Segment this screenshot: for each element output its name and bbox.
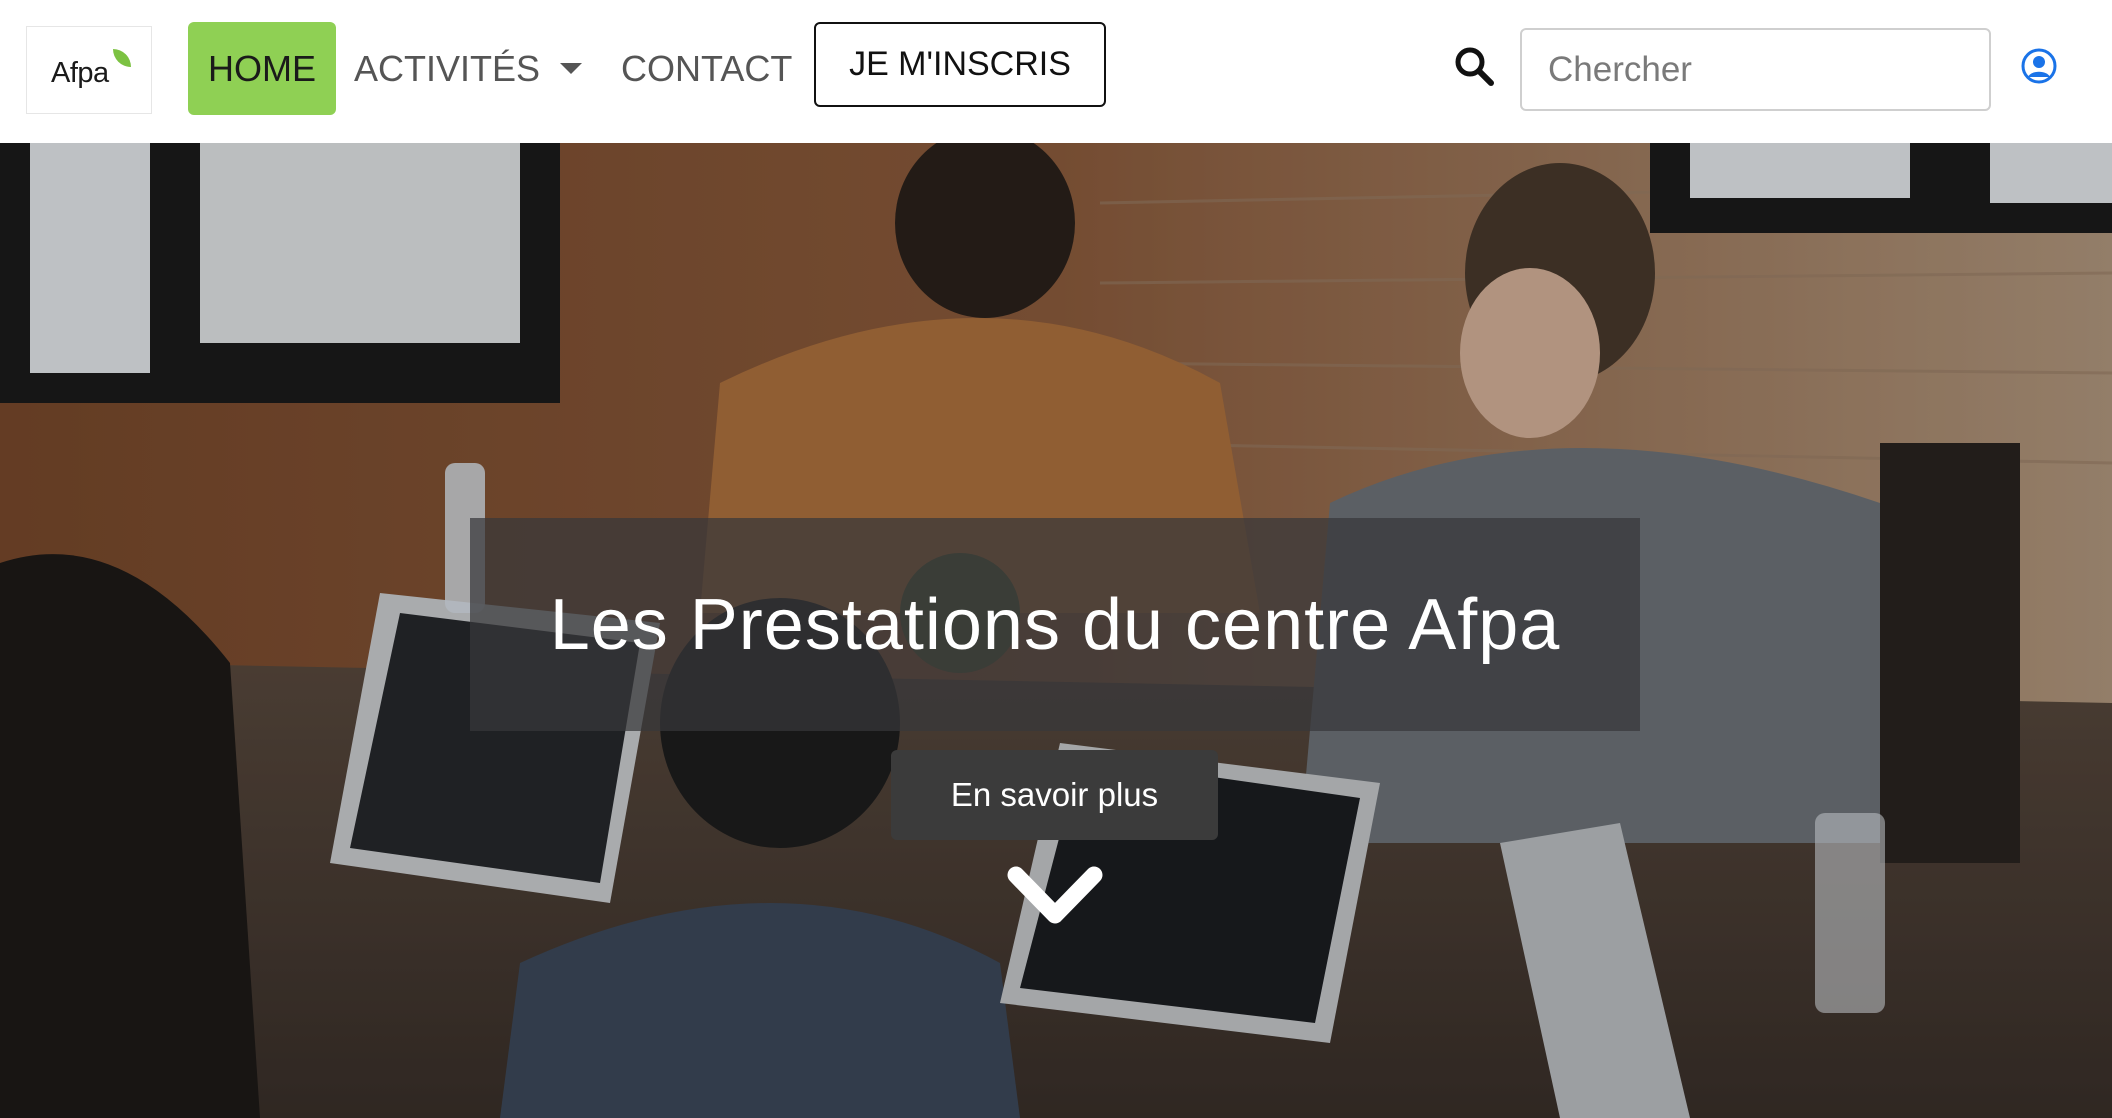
logo-text: Afpa — [51, 57, 109, 89]
nav-contact[interactable]: CONTACT — [621, 22, 793, 115]
hero-title: Les Prestations du centre Afpa — [549, 584, 1561, 665]
search-input[interactable] — [1520, 28, 1991, 111]
hero-banner: Les Prestations du centre Afpa En savoir… — [0, 143, 2112, 1118]
hero-title-panel: Les Prestations du centre Afpa — [470, 518, 1640, 731]
learn-more-label: En savoir plus — [950, 776, 1159, 813]
chevron-down-icon[interactable] — [1006, 863, 1104, 931]
top-navbar: Afpa HOME ACTIVITÉS CONTACT JE M'INSCRIS — [0, 0, 2112, 143]
caret-down-icon — [560, 63, 583, 74]
learn-more-button[interactable]: En savoir plus — [891, 750, 1218, 840]
nav-home[interactable]: HOME — [188, 22, 336, 115]
search-icon[interactable] — [1452, 44, 1496, 88]
nav-activites-label: ACTIVITÉS — [354, 47, 541, 89]
user-account-icon[interactable] — [2021, 48, 2057, 84]
nav-home-label: HOME — [208, 47, 316, 89]
nav-activites-dropdown[interactable]: ACTIVITÉS — [354, 22, 586, 115]
leaf-icon — [113, 49, 131, 67]
nav-contact-label: CONTACT — [621, 47, 793, 89]
signup-label: JE M'INSCRIS — [849, 45, 1071, 83]
signup-button[interactable]: JE M'INSCRIS — [814, 22, 1106, 107]
afpa-logo[interactable]: Afpa — [26, 26, 152, 114]
